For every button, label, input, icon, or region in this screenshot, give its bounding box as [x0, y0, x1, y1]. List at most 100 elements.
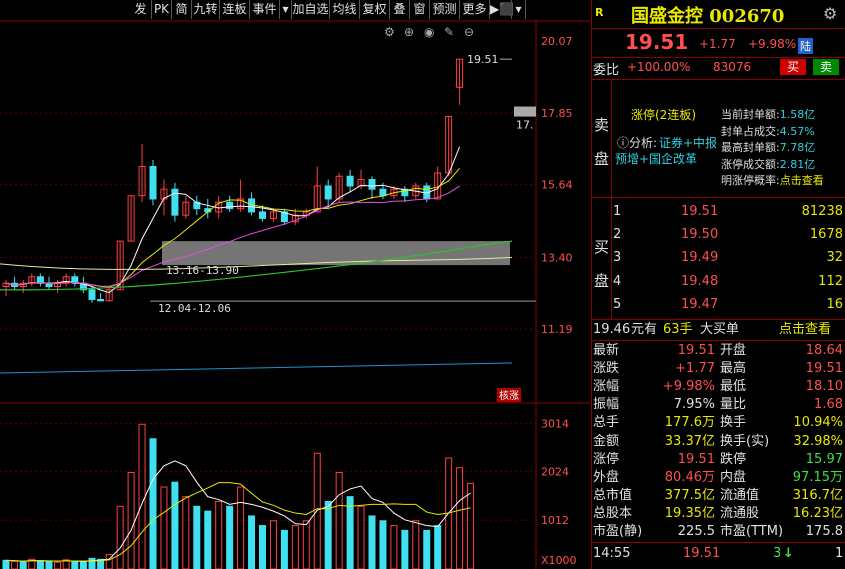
toolbar-item-4[interactable]: 连板 [220, 0, 250, 19]
bid-price: 19.49 [681, 250, 719, 266]
chart-tool-icon-1: ⊕ [404, 25, 414, 39]
big-buy-price: 19.46 [593, 322, 631, 337]
stat-label: 流通股 [720, 505, 760, 521]
candle [368, 178, 376, 190]
volume-bar [456, 467, 464, 569]
toolbar-item-8[interactable]: 均线 [330, 0, 360, 19]
volume-tick-1: 2024 [541, 465, 569, 478]
toolbar-item-6[interactable]: ▾ [280, 0, 292, 19]
bid-price: 19.51 [681, 204, 719, 219]
volume-tick-2: 1012 [541, 514, 569, 527]
big-buy-unit: 元有 [631, 322, 658, 337]
volume-bar [357, 505, 365, 569]
candle [226, 201, 234, 210]
volume-bar [467, 482, 475, 569]
toolbar-item-12[interactable]: 预测 [430, 0, 460, 19]
candle [88, 289, 96, 300]
weibi-value: +100.00% [627, 60, 691, 74]
toolbar-item-13[interactable]: 更多 [460, 0, 490, 19]
bid-volume: 1678 [809, 227, 843, 243]
stat-value: 225.5 [677, 524, 715, 539]
volume-bar [160, 486, 168, 569]
toolbar-item-1[interactable]: PK [152, 0, 172, 19]
stats-row: 总手 177.6万 换手 10.94% [591, 414, 845, 432]
stat-label: 开盘 [720, 343, 747, 358]
seal-row-value: 2.81亿 [779, 157, 816, 171]
stat-label: 换手 [720, 415, 747, 431]
stat-label: 涨停 [593, 451, 620, 467]
volume-bar [313, 452, 321, 569]
stat-label: 涨幅 [593, 379, 620, 395]
volume-bar [368, 515, 376, 569]
volume-bar [2, 559, 10, 569]
seal-row[interactable]: 明涨停概率:点击查看 [721, 172, 824, 188]
stat-value: 1.68 [814, 397, 843, 413]
volume-bar [11, 560, 19, 569]
big-buy-row[interactable]: 19.46 元有 63手 大买单 点击查看 [591, 320, 845, 340]
bid-row[interactable]: 3 19.49 32 [591, 249, 845, 267]
stat-value: +9.98% [662, 379, 715, 395]
bid-level: 2 [613, 227, 622, 243]
toolbar-item-2[interactable]: 简 [172, 0, 192, 19]
volume-bar [302, 520, 310, 569]
price-tick-4: 11.19 [541, 323, 573, 336]
stat-value: 16.23亿 [792, 505, 843, 521]
volume-bar [171, 481, 179, 569]
stat-label: 量比 [720, 397, 747, 413]
sell-button[interactable]: 卖 [813, 59, 839, 75]
stat-value: 19.35亿 [664, 505, 715, 521]
analysis-tags-line2[interactable]: 预增+国企改革 [615, 150, 697, 167]
bid-row[interactable]: 2 19.50 1678 [591, 226, 845, 244]
stat-label: 最低 [720, 379, 747, 395]
big-buy-link[interactable]: 点击查看 [779, 320, 831, 340]
ma250-line [0, 362, 513, 374]
stat-label: 外盘 [593, 469, 620, 485]
kline-chart[interactable]: 20.07 17.85 15.64 13.40 11.19 ⚙ ⊕ ◉ ✎ ⊖ 13.16-13.9… [0, 20, 590, 569]
toolbar-item-9[interactable]: 复权 [360, 0, 390, 19]
seal-row-label: 最高封单额: [721, 141, 780, 154]
bid-row[interactable]: 1 19.51 81238 [591, 203, 845, 221]
price-tick-1: 17.85 [541, 107, 573, 120]
volume-bar [204, 510, 212, 569]
bid-level: 5 [613, 296, 622, 312]
stat-label: 市盈(静) [593, 524, 643, 539]
seal-row: 当前封单额:1.58亿 [721, 106, 815, 122]
stat-label: 振幅 [593, 397, 620, 413]
bid-level: 3 [613, 250, 622, 266]
analysis-label: 分析: [629, 136, 658, 150]
bid-row[interactable]: 4 19.48 112 [591, 273, 845, 291]
stat-label: 总手 [593, 415, 620, 431]
stock-name-code: 国盛金控 002670 [631, 6, 785, 27]
volume-bar [237, 486, 245, 569]
stat-value: 7.95% [673, 397, 715, 413]
analysis-tags[interactable]: 证券+中报 [659, 134, 717, 151]
price-tick-2: 15.64 [541, 179, 573, 192]
toolbar-item-3[interactable]: 九转 [192, 0, 220, 19]
stat-label: 金额 [593, 433, 620, 449]
toolbar-item-7[interactable]: 加自选 [292, 0, 330, 19]
tick-price: 19.51 [683, 546, 721, 561]
toolbar-item-11[interactable]: 窗 [410, 0, 430, 19]
toolbar-item-14[interactable]: ▶⬛ [490, 0, 514, 19]
big-buy-label: 大买单 [700, 322, 740, 337]
price-tick-3: 13.40 [541, 251, 573, 264]
toolbar-item-15[interactable]: ▾ [512, 0, 526, 19]
volume-tick-0: 3014 [541, 418, 569, 431]
volume-bar [269, 520, 277, 569]
tick-row: 14:55 19.51 3 ↓ 1 [591, 544, 845, 564]
stats-row: 涨幅 +9.98% 最低 18.10 [591, 378, 845, 396]
settings-gear-icon[interactable]: ⚙ [823, 4, 837, 23]
toolbar-item-5[interactable]: 事件 [250, 0, 280, 19]
volume-bar [226, 505, 234, 569]
toolbar-item-10[interactable]: 叠 [390, 0, 410, 19]
candle [379, 188, 387, 197]
seal-row: 最高封单额:7.78亿 [721, 139, 815, 155]
chart-tool-icon-0: ⚙ [384, 25, 395, 39]
volume-bar [36, 560, 44, 569]
bid-row[interactable]: 5 19.47 16 [591, 296, 845, 314]
stat-label: 涨跌 [593, 361, 620, 377]
candle [324, 185, 332, 200]
stats-row: 金额 33.37亿 换手(实) 32.98% [591, 433, 845, 451]
toolbar-item-0[interactable]: 发 [130, 0, 152, 19]
buy-button[interactable]: 买 [780, 59, 806, 75]
